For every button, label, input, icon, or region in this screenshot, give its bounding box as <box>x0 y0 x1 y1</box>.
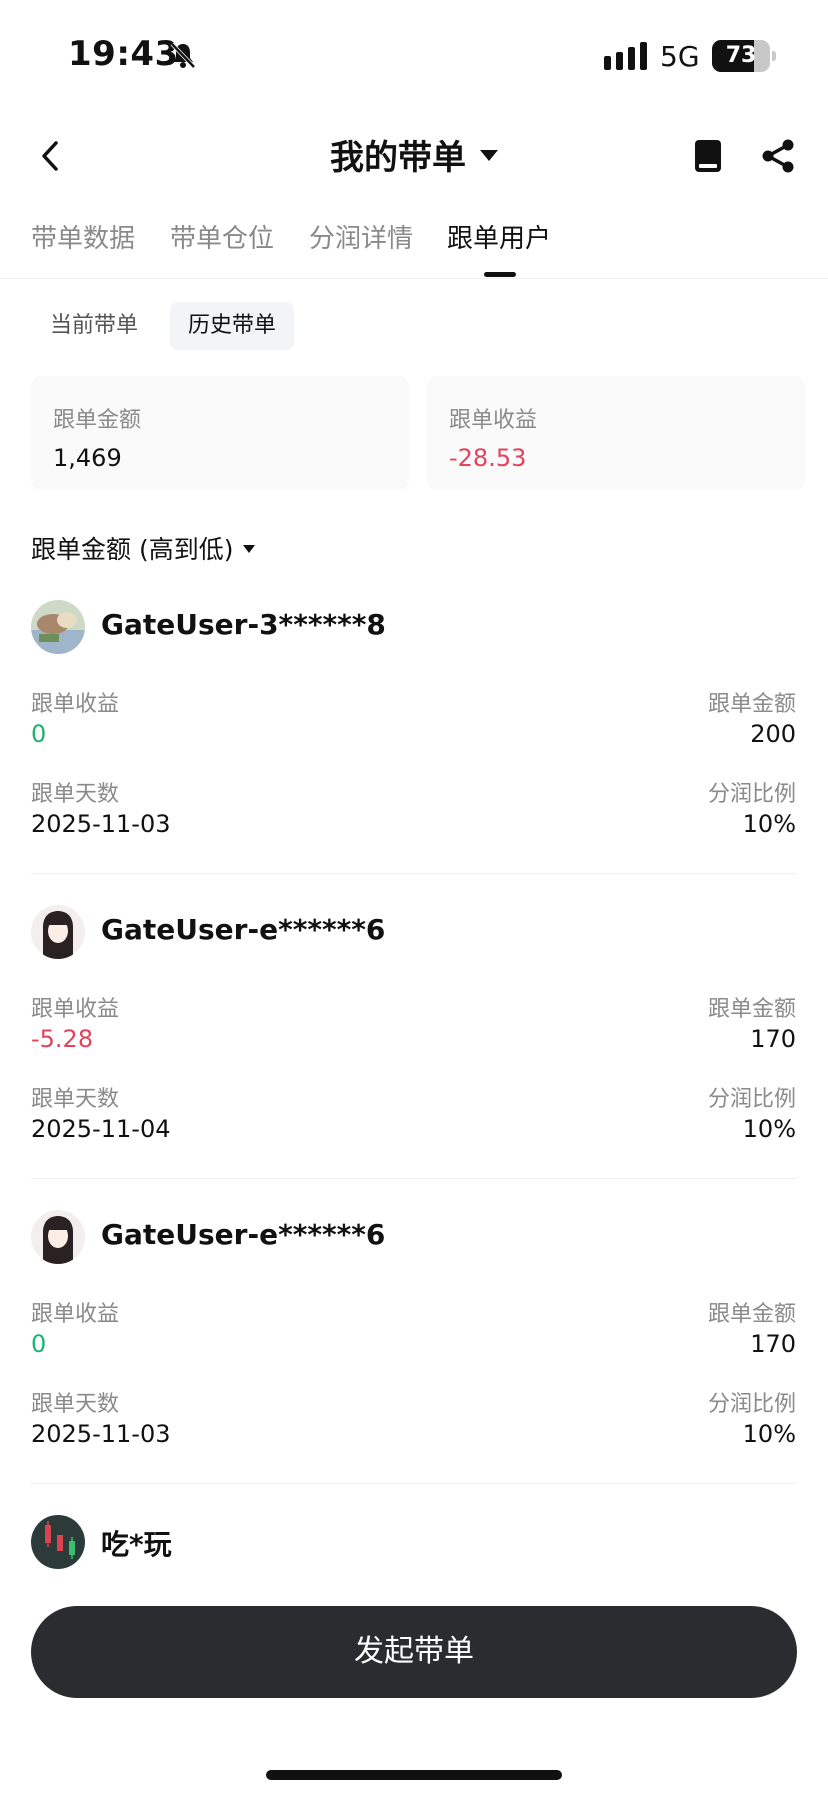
summary-profit-label: 跟单收益 <box>449 408 538 433</box>
avatar <box>31 600 85 654</box>
profit-value: 0 <box>31 1330 47 1358</box>
sort-dropdown[interactable]: 跟单金额 (高到低) <box>31 530 256 566</box>
share-icon[interactable] <box>760 138 796 174</box>
summary-amount-label: 跟单金额 <box>53 408 142 433</box>
summary-card-amount: 跟单金额 1,469 <box>31 376 409 490</box>
subtab-current[interactable]: 当前带单 <box>32 302 156 350</box>
username: GateUser-3******8 <box>101 608 386 641</box>
subtab-history[interactable]: 历史带单 <box>170 302 295 350</box>
tab-profit-share[interactable]: 分润详情 <box>309 218 413 280</box>
days-value: 2025-11-03 <box>31 1420 171 1448</box>
tab-followers[interactable]: 跟单用户 <box>447 218 551 280</box>
profit-label: 跟单收益 <box>31 997 120 1022</box>
profit-label: 跟单收益 <box>31 1302 120 1327</box>
caret-down-icon <box>480 150 498 161</box>
username: GateUser-e******6 <box>101 913 386 946</box>
battery-icon: 73 <box>712 40 776 72</box>
start-copy-trading-button[interactable]: 发起带单 <box>31 1606 797 1698</box>
amount-value: 170 <box>750 1330 796 1358</box>
days-label: 跟单天数 <box>31 1087 120 1112</box>
status-bar: 19:43 5G 73 <box>0 0 828 110</box>
page-title: 我的带单 <box>330 138 466 178</box>
profit-value: 0 <box>31 720 47 748</box>
profit-label: 跟单收益 <box>31 692 120 717</box>
profit-value: -5.28 <box>31 1025 94 1053</box>
bell-off-icon <box>170 42 196 69</box>
amount-value: 170 <box>750 1025 796 1053</box>
tab-bar: 带单数据 带单仓位 分润详情 跟单用户 <box>0 218 828 280</box>
amount-label: 跟单金额 <box>707 1302 796 1327</box>
follower-row[interactable]: GateUser-e******6 跟单收益 0 跟单金额 170 跟单天数 2… <box>31 1210 796 1515</box>
ratio-label: 分润比例 <box>707 1087 796 1112</box>
battery-level: 73 <box>725 43 757 68</box>
username: 吃*玩 <box>101 1528 172 1561</box>
amount-label: 跟单金额 <box>707 692 796 717</box>
follower-row[interactable]: GateUser-e******6 跟单收益 -5.28 跟单金额 170 跟单… <box>31 905 796 1210</box>
summary-card-profit: 跟单收益 -28.53 <box>427 376 805 490</box>
follower-row[interactable]: 吃*玩 <box>31 1515 796 1585</box>
days-label: 跟单天数 <box>31 1392 120 1417</box>
active-tab-indicator <box>484 272 516 277</box>
divider <box>0 278 828 279</box>
follower-row[interactable]: GateUser-3******8 跟单收益 0 跟单金额 200 跟单天数 2… <box>31 600 796 905</box>
avatar <box>31 1515 85 1569</box>
network-label: 5G <box>660 40 700 73</box>
ratio-value: 10% <box>742 1115 796 1143</box>
tab-copy-positions[interactable]: 带单仓位 <box>170 218 274 280</box>
days-value: 2025-11-03 <box>31 810 171 838</box>
summary-profit-value: -28.53 <box>449 444 527 472</box>
summary-amount-value: 1,469 <box>53 444 122 472</box>
days-value: 2025-11-04 <box>31 1115 171 1143</box>
username: GateUser-e******6 <box>101 1218 386 1251</box>
ratio-label: 分润比例 <box>707 782 796 807</box>
divider <box>31 873 796 874</box>
ratio-label: 分润比例 <box>707 1392 796 1417</box>
book-icon[interactable] <box>692 138 724 174</box>
amount-label: 跟单金额 <box>707 997 796 1022</box>
avatar <box>31 905 85 959</box>
signal-icon <box>604 42 647 70</box>
ratio-value: 10% <box>742 1420 796 1448</box>
divider <box>31 1483 796 1484</box>
sort-label: 跟单金额 (高到低) <box>31 535 234 564</box>
caret-down-icon <box>243 545 256 553</box>
avatar <box>31 1210 85 1264</box>
tab-copy-data[interactable]: 带单数据 <box>31 218 135 280</box>
divider <box>31 1178 796 1179</box>
status-time: 19:43 <box>68 34 179 74</box>
ratio-value: 10% <box>742 810 796 838</box>
nav-bar: 我的带单 <box>0 110 828 202</box>
home-indicator[interactable] <box>266 1770 562 1780</box>
amount-value: 200 <box>750 720 796 748</box>
days-label: 跟单天数 <box>31 782 120 807</box>
